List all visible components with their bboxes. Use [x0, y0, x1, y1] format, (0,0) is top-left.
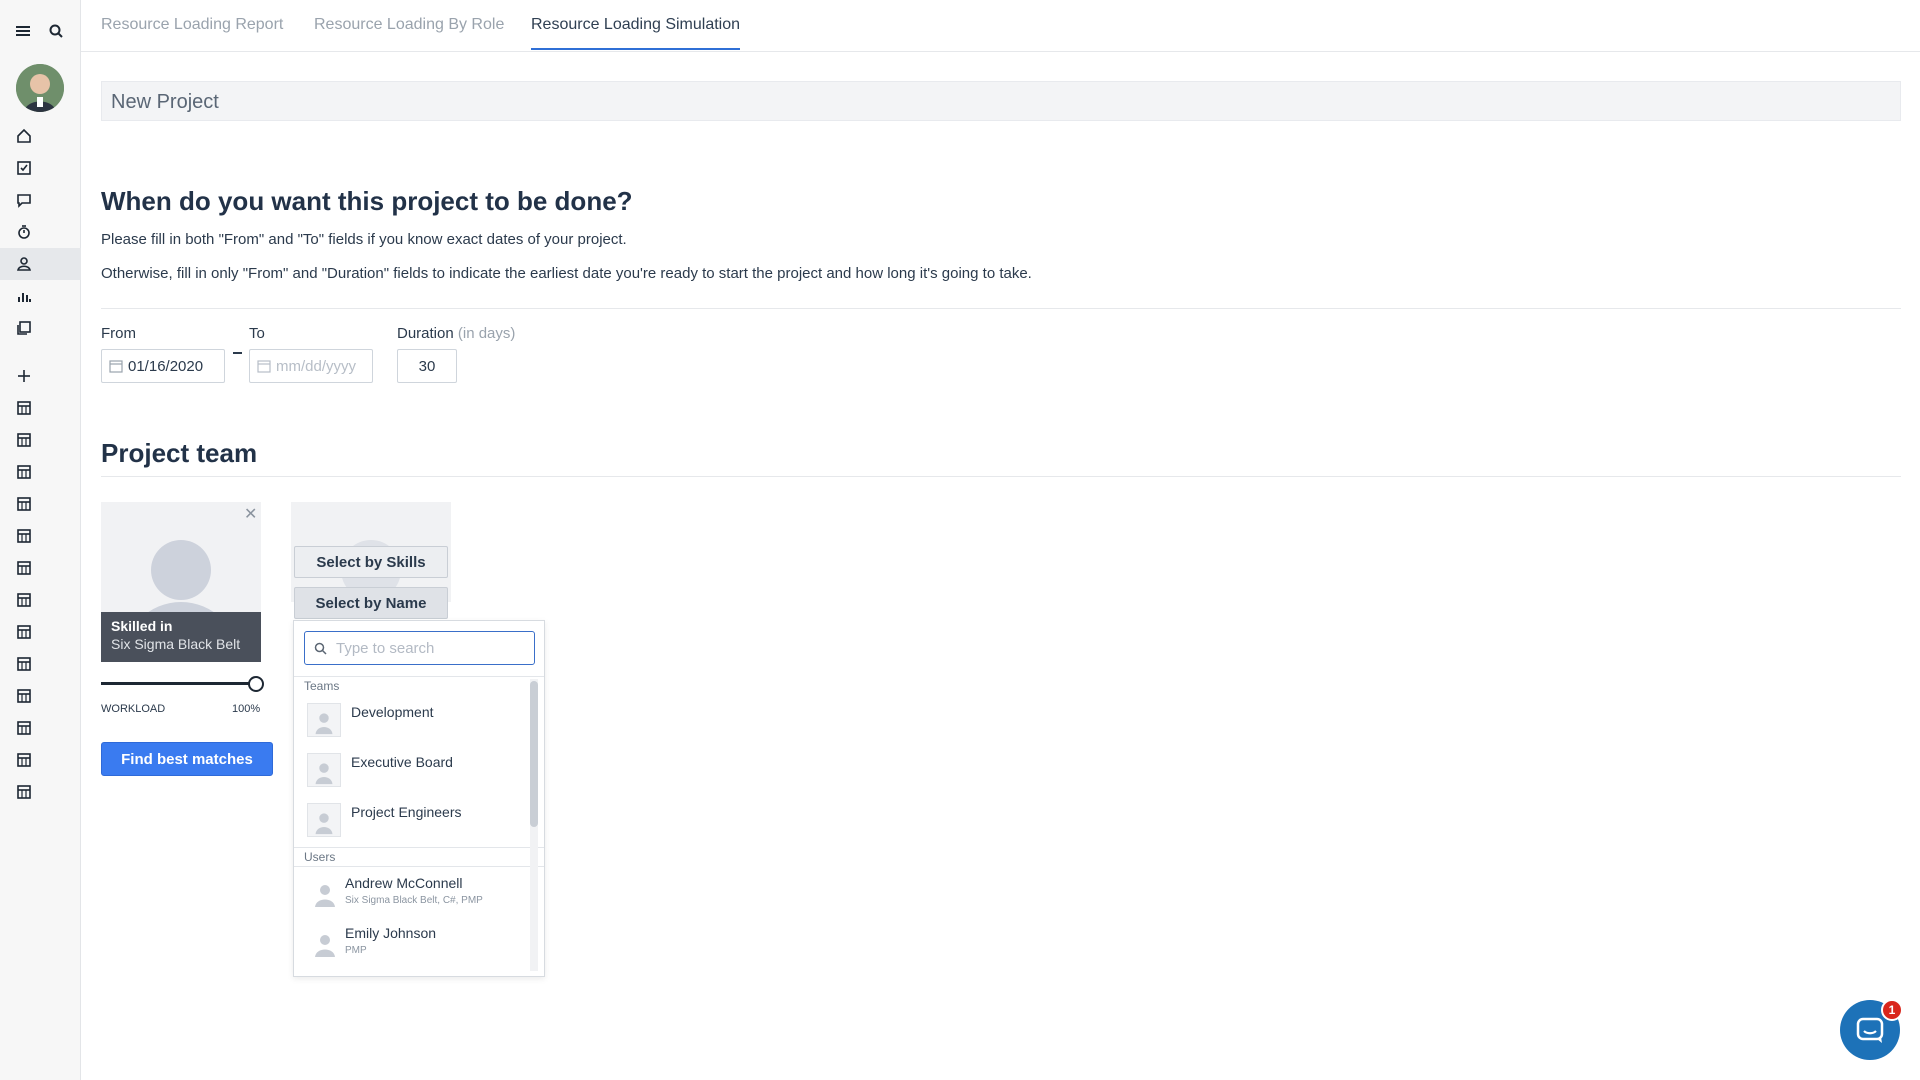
duration-unit: (in days): [457, 325, 516, 342]
tab-resource-loading-by-role[interactable]: Resource Loading By Role: [314, 16, 504, 34]
teams-section-label: Teams: [304, 679, 340, 693]
chat-icon[interactable]: [15, 191, 33, 209]
home-icon[interactable]: [15, 127, 33, 145]
tab-resource-loading-simulation[interactable]: Resource Loading Simulation: [531, 16, 740, 34]
timer-icon[interactable]: [15, 223, 33, 241]
avatar[interactable]: [16, 64, 64, 112]
divider: [101, 308, 1901, 309]
add-icon[interactable]: [15, 367, 33, 385]
to-label: To: [249, 325, 265, 342]
team-icon: [307, 703, 341, 737]
dropdown-search-input[interactable]: Type to search: [304, 631, 535, 665]
project-team-heading: Project team: [101, 438, 258, 468]
table-icon[interactable]: [15, 495, 33, 513]
table-icon[interactable]: [15, 399, 33, 417]
skill-value: Six Sigma Black Belt: [111, 636, 241, 652]
table-icon[interactable]: [15, 719, 33, 737]
table-icon[interactable]: [15, 591, 33, 609]
from-date-value: 01/16/2020: [128, 357, 204, 375]
sidebar: [0, 0, 81, 1080]
skilled-in-title: Skilled in: [111, 618, 173, 634]
user-skills: Six Sigma Black Belt, C#, PMP: [345, 895, 483, 906]
close-icon[interactable]: ✕: [244, 504, 257, 524]
date-range-dash: [233, 352, 242, 354]
search-icon: [314, 642, 327, 655]
team-icon: [307, 803, 341, 837]
divider: [101, 476, 1901, 477]
team-item-development[interactable]: Development: [294, 695, 528, 745]
from-label: From: [101, 325, 136, 342]
table-icon[interactable]: [15, 783, 33, 801]
from-date-input[interactable]: 01/16/2020: [101, 349, 225, 383]
user-skills: PMP: [345, 945, 367, 956]
tab-bar: Resource Loading Report Resource Loading…: [81, 0, 1920, 52]
workload-slider-handle[interactable]: [248, 676, 264, 692]
table-icon[interactable]: [15, 655, 33, 673]
active-tab-underline: [531, 48, 740, 50]
search-placeholder: Type to search: [336, 639, 435, 657]
table-icon[interactable]: [15, 687, 33, 705]
select-by-skills-button[interactable]: Select by Skills: [294, 546, 448, 578]
team-item-project-engineers[interactable]: Project Engineers: [294, 795, 528, 845]
team-name: Project Engineers: [351, 804, 462, 820]
team-name: Development: [351, 704, 434, 720]
table-icon[interactable]: [15, 751, 33, 769]
table-icon[interactable]: [15, 431, 33, 449]
schedule-hint-duration: Otherwise, fill in only "From" and "Dura…: [101, 265, 1032, 282]
tab-resource-loading-report[interactable]: Resource Loading Report: [101, 16, 283, 34]
user-avatar-icon: [315, 885, 335, 907]
calendar-icon: [109, 360, 123, 373]
chat-bubble-icon: [1856, 1017, 1884, 1043]
select-by-name-button[interactable]: Select by Name: [294, 587, 448, 619]
divider: [294, 676, 544, 677]
workload-slider-track[interactable]: [101, 682, 256, 685]
hamburger-menu-icon[interactable]: [14, 22, 32, 40]
skills-tooltip: Skilled in Six Sigma Black Belt: [101, 612, 261, 662]
user-item-andrew-mcconnell[interactable]: Andrew McConnell Six Sigma Black Belt, C…: [294, 869, 528, 919]
table-icon[interactable]: [15, 527, 33, 545]
user-name: Andrew McConnell: [345, 875, 463, 891]
table-icon[interactable]: [15, 559, 33, 577]
table-icon[interactable]: [15, 463, 33, 481]
user-avatar-icon: [315, 935, 335, 957]
divider: [294, 847, 544, 848]
duration-label-text: Duration: [397, 325, 454, 342]
to-date-input[interactable]: mm/dd/yyyy: [249, 349, 373, 383]
duration-input[interactable]: 30: [397, 349, 457, 383]
team-icon: [307, 753, 341, 787]
project-name-input[interactable]: New Project: [101, 81, 1901, 121]
calendar-icon: [257, 360, 271, 373]
duration-label: Duration (in days): [397, 325, 515, 342]
notification-badge: 1: [1881, 999, 1903, 1021]
workload-value: 100%: [232, 703, 261, 715]
find-best-matches-button[interactable]: Find best matches: [101, 742, 273, 776]
table-icon[interactable]: [15, 623, 33, 641]
user-icon[interactable]: [15, 255, 33, 273]
placeholder-avatar-icon: [151, 540, 211, 600]
users-section-label: Users: [304, 850, 336, 864]
sidebar-active-indicator: [0, 248, 81, 280]
divider: [294, 866, 544, 867]
schedule-hint-exact-dates: Please fill in both "From" and "To" fiel…: [101, 231, 627, 248]
select-by-name-dropdown: Type to search Teams Development Executi…: [293, 620, 545, 977]
documents-icon[interactable]: [15, 319, 33, 337]
team-item-executive-board[interactable]: Executive Board: [294, 745, 528, 795]
search-icon[interactable]: [47, 22, 65, 40]
user-item-emily-johnson[interactable]: Emily Johnson PMP: [294, 919, 528, 969]
reports-chart-icon[interactable]: [15, 287, 33, 305]
workload-label: WORKLOAD: [101, 703, 166, 715]
tasks-icon[interactable]: [15, 159, 33, 177]
to-date-placeholder: mm/dd/yyyy: [276, 357, 357, 375]
team-name: Executive Board: [351, 754, 453, 770]
dropdown-scrollbar-thumb[interactable]: [530, 681, 538, 827]
schedule-heading: When do you want this project to be done…: [101, 186, 633, 216]
user-name: Emily Johnson: [345, 925, 437, 941]
